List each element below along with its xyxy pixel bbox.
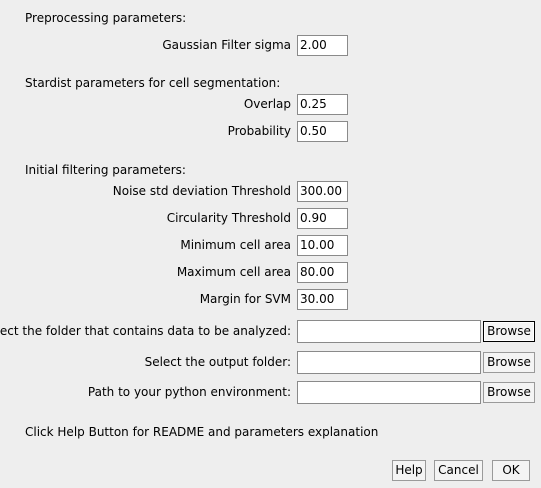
overlap-input[interactable] (297, 94, 348, 115)
circularity-input[interactable] (297, 208, 348, 229)
output-folder-input[interactable] (297, 351, 481, 374)
gaussian-sigma-input[interactable] (297, 35, 348, 56)
gaussian-sigma-label: Gaussian Filter sigma (162, 38, 291, 52)
data-folder-input[interactable] (297, 320, 481, 343)
output-folder-browse-button[interactable]: Browse (483, 352, 535, 373)
help-button[interactable]: Help (392, 460, 426, 481)
probability-input[interactable] (297, 121, 348, 142)
section-title-stardist: Stardist parameters for cell segmentatio… (25, 76, 281, 90)
python-env-label: Path to your python environment: (87, 385, 291, 399)
min-area-label: Minimum cell area (180, 238, 291, 252)
ok-button[interactable]: OK (492, 460, 530, 481)
noise-std-label: Noise std deviation Threshold (112, 184, 291, 198)
data-folder-browse-button[interactable]: Browse (483, 321, 535, 342)
circularity-label: Circularity Threshold (166, 211, 291, 225)
data-folder-label: Select the folder that contains data to … (0, 324, 291, 338)
probability-label: Probability (227, 124, 291, 138)
min-area-input[interactable] (297, 235, 348, 256)
overlap-label: Overlap (243, 97, 291, 111)
noise-std-input[interactable] (297, 181, 348, 202)
python-env-input[interactable] (297, 381, 481, 404)
python-env-browse-button[interactable]: Browse (483, 382, 535, 403)
output-folder-label: Select the output folder: (144, 355, 291, 369)
section-title-filtering: Initial filtering parameters: (25, 163, 186, 177)
max-area-input[interactable] (297, 262, 348, 283)
margin-svm-label: Margin for SVM (199, 292, 291, 306)
max-area-label: Maximum cell area (176, 265, 291, 279)
section-title-preprocessing: Preprocessing parameters: (25, 11, 187, 25)
cancel-button[interactable]: Cancel (434, 460, 483, 481)
help-instructions-text: Click Help Button for README and paramet… (25, 425, 379, 439)
margin-svm-input[interactable] (297, 289, 348, 310)
